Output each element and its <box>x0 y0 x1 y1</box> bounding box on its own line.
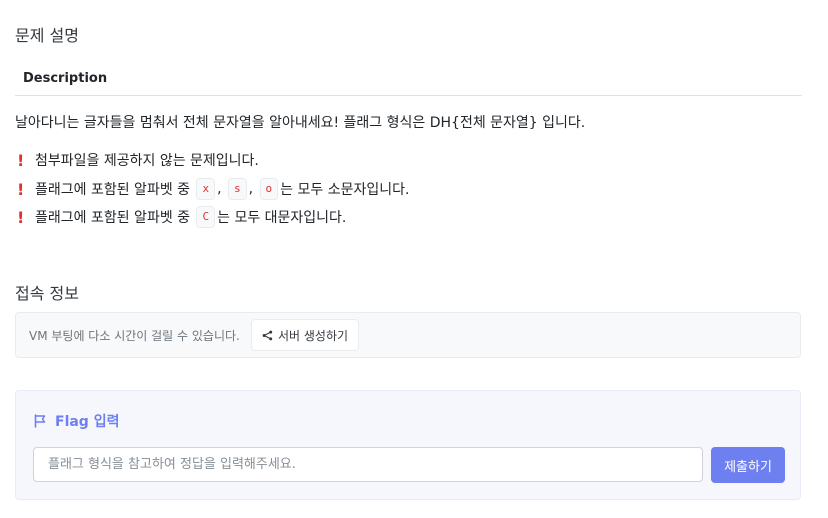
notice-text: 플래그에 포함된 알파벳 중 <box>35 210 191 226</box>
connection-info-title: 접속 정보 <box>15 284 79 303</box>
notice-text: 플래그에 포함된 알파벳 중 <box>35 182 191 198</box>
flag-input[interactable] <box>33 447 703 482</box>
flag-title-text: Flag 입력 <box>55 414 120 430</box>
inline-code: C <box>196 206 216 228</box>
notice-text: 첨부파일을 제공하지 않는 문제입니다. <box>35 153 259 169</box>
inline-code: s <box>228 178 247 200</box>
inline-code: o <box>259 178 279 200</box>
create-server-label: 서버 생성하기 <box>278 328 349 343</box>
flag-input-panel: Flag 입력 제출하기 <box>15 390 801 500</box>
vm-boot-notice: VM 부팅에 다소 시간이 걸릴 수 있습니다. <box>29 329 240 343</box>
create-server-button[interactable]: 서버 생성하기 <box>251 319 360 351</box>
description-tab-bar: Description <box>15 60 802 96</box>
notice-item: ! 플래그에 포함된 알파벳 중 x, s, o는 모두 소문자입니다. <box>17 178 409 200</box>
inline-code: x <box>196 178 216 200</box>
notice-text: 는 모두 대문자입니다. <box>217 210 347 226</box>
exclamation-icon: ! <box>17 179 25 199</box>
notice-item: ! 첨부파일을 제공하지 않는 문제입니다. <box>17 150 259 170</box>
problem-intro-text: 날아다니는 글자들을 멈춰서 전체 문자열을 알아내세요! 플래그 형식은 DH… <box>15 115 586 131</box>
flag-icon <box>34 414 46 428</box>
separator: , <box>248 181 254 197</box>
connection-info-box: VM 부팅에 다소 시간이 걸릴 수 있습니다. 서버 생성하기 <box>15 312 801 358</box>
separator: , <box>217 181 222 197</box>
problem-description-title: 문제 설명 <box>15 26 79 45</box>
notice-text: 는 모두 소문자입니다. <box>280 182 410 198</box>
notice-item: ! 플래그에 포함된 알파벳 중 C는 모두 대문자입니다. <box>17 206 346 228</box>
tab-description[interactable]: Description <box>23 71 107 86</box>
submit-button[interactable]: 제출하기 <box>711 447 785 483</box>
exclamation-icon: ! <box>17 150 25 170</box>
flag-input-title: Flag 입력 <box>33 411 119 431</box>
exclamation-icon: ! <box>17 207 25 227</box>
share-icon <box>262 330 273 340</box>
